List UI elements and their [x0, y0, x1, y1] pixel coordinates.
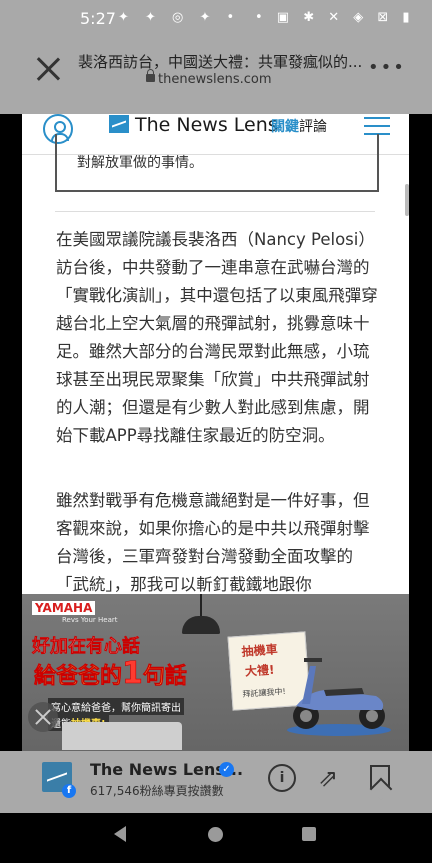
recent-apps-icon[interactable]	[302, 827, 316, 841]
bookmark-icon[interactable]	[370, 765, 390, 789]
article-paragraph-2: 雖然對戰爭有危機意識絕對是一件好事，但客觀來說，如果你擔心的是中共以飛彈射擊台灣…	[56, 491, 370, 594]
home-icon[interactable]	[208, 827, 223, 842]
scooter-image	[287, 658, 391, 736]
more-menu-icon[interactable]: •••	[368, 57, 406, 78]
article-paragraph-1: 在美國眾議院議長裴洛西（Nancy Pelosi）訪台後，中共發動了一連串意在武…	[56, 230, 378, 445]
ad-headline-2a: 給爸爸的	[34, 664, 123, 690]
facebook-page-likes: 617,546粉絲專頁按讚數	[90, 784, 224, 798]
verified-badge-icon: ✓	[219, 762, 234, 777]
facebook-icon: f	[62, 784, 76, 798]
lock-icon	[146, 69, 155, 82]
quote-text: 對解放軍做的事情。	[77, 155, 203, 171]
scrollbar[interactable]	[405, 184, 409, 216]
ad-headline-1: 好加在有心話	[32, 636, 141, 658]
logo-cn-rest: 評論	[299, 119, 327, 135]
system-status-icons: • ▣ ✱ ✕ ◈ ⊠ ▮	[255, 10, 415, 25]
ad-note-line-2: 大禮!	[244, 662, 275, 679]
page-title: 裴洛西訪台，中國送大禮：共軍發瘋似的...	[78, 53, 363, 71]
close-icon[interactable]	[34, 55, 62, 83]
site-logo-cn: 關鍵評論	[271, 116, 327, 136]
ad-book-image	[62, 722, 182, 750]
ad-headline-2c: 句話	[142, 664, 188, 690]
status-bar: 5:27 ✦ ✦ ◎ ✦ • • ▣ ✱ ✕ ◈ ⊠ ▮	[0, 0, 432, 38]
share-icon[interactable]: ⇗	[318, 764, 338, 792]
lamp-cord	[200, 594, 202, 616]
ad-headline-2b: 1	[122, 656, 143, 692]
status-time: 5:27	[80, 9, 116, 28]
logo-cn-bold: 關鍵	[271, 119, 299, 135]
advertisement-banner[interactable]: YAMAHA Revs Your Heart 好加在有心話 給爸爸的1句話 寫心…	[22, 594, 409, 751]
ad-line-1: 寫心意給爸爸，幫你簡訊寄出	[48, 698, 184, 715]
quote-box: 對解放軍做的事情。	[55, 134, 379, 192]
ad-brand-tagline: Revs Your Heart	[62, 616, 118, 624]
divider	[55, 211, 375, 212]
info-icon[interactable]: i	[268, 764, 296, 792]
notification-icons: ✦ ✦ ◎ ✦ •	[118, 10, 241, 25]
ad-close-icon[interactable]	[28, 702, 58, 732]
ad-brand-logo: YAMAHA	[32, 601, 96, 615]
site-logo-text[interactable]: The News Lens	[135, 114, 278, 136]
back-icon[interactable]	[114, 826, 126, 842]
hamburger-menu-icon[interactable]	[364, 114, 390, 136]
logo-mark-icon	[109, 115, 129, 133]
web-content: The News Lens 關鍵評論 對解放軍做的事情。 在美國眾議院議長裴洛西…	[22, 114, 409, 751]
page-url: thenewslens.com	[158, 72, 272, 87]
ad-note-line-3: 拜託讓我中!	[242, 686, 286, 699]
ad-headline-2: 給爸爸的1句話	[34, 656, 188, 692]
ad-note-line-1: 抽機車	[241, 642, 279, 659]
